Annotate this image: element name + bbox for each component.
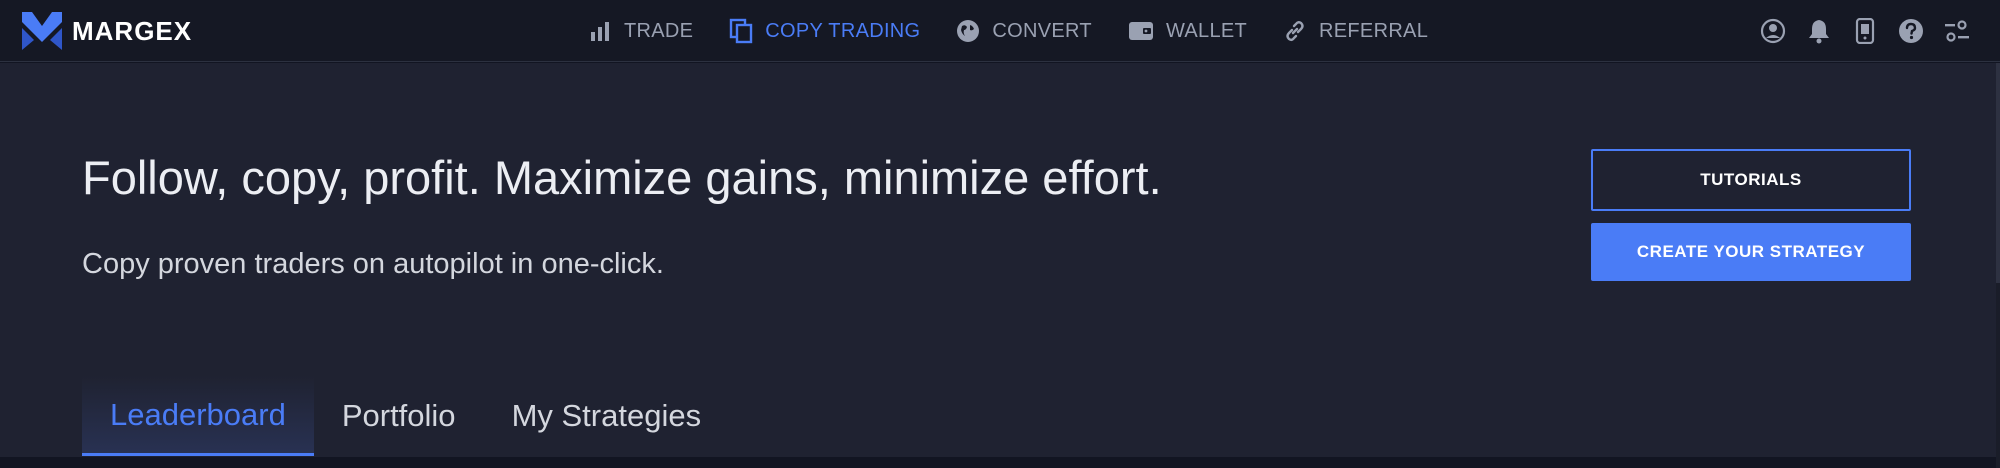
nav-item-copy-trading[interactable]: COPY TRADING (729, 18, 920, 44)
main-menu: TRADE COPY TRADING CONVERT WALLET REFERR… (588, 0, 1464, 62)
top-navbar: MARGEX TRADE COPY TRADING CONVERT WALLET… (0, 0, 2000, 62)
nav-item-label: CONVERT (992, 19, 1092, 42)
bell-icon[interactable] (1804, 16, 1834, 46)
nav-item-trade[interactable]: TRADE (588, 19, 693, 43)
wallet-icon (1128, 20, 1154, 42)
nav-item-label: COPY TRADING (765, 19, 921, 42)
content-divider (0, 457, 1996, 468)
margex-logo-icon (22, 12, 62, 50)
tutorials-button[interactable]: TUTORIALS (1591, 149, 1911, 211)
bar-chart-icon (588, 19, 612, 43)
create-strategy-button[interactable]: CREATE YOUR STRATEGY (1591, 223, 1911, 281)
mobile-icon[interactable] (1850, 16, 1880, 46)
header-actions (1758, 16, 1972, 46)
nav-item-label: REFERRAL (1319, 19, 1429, 42)
scrollbar-thumb[interactable] (1996, 63, 2000, 283)
tab-my-strategies[interactable]: My Strategies (484, 376, 730, 456)
nav-item-label: TRADE (624, 19, 694, 42)
page-subheadline: Copy proven traders on autopilot in one-… (82, 248, 664, 280)
copy-icon (729, 18, 753, 44)
brand-name: MARGEX (72, 15, 193, 46)
globe-icon (956, 19, 980, 43)
settings-sliders-icon[interactable] (1942, 16, 1972, 46)
user-circle-icon[interactable] (1758, 16, 1788, 46)
nav-item-label: WALLET (1165, 19, 1248, 42)
copy-trading-tabs: Leaderboard Portfolio My Strategies (82, 376, 729, 456)
nav-item-wallet[interactable]: WALLET (1128, 20, 1247, 43)
tab-leaderboard[interactable]: Leaderboard (82, 376, 314, 456)
help-icon[interactable] (1896, 16, 1926, 46)
margex-logo[interactable]: MARGEX (22, 8, 192, 54)
page-headline: Follow, copy, profit. Maximize gains, mi… (82, 151, 1162, 204)
tab-portfolio[interactable]: Portfolio (314, 376, 484, 456)
nav-item-referral[interactable]: REFERRAL (1283, 19, 1428, 43)
link-icon (1283, 19, 1307, 43)
nav-item-convert[interactable]: CONVERT (956, 19, 1092, 43)
